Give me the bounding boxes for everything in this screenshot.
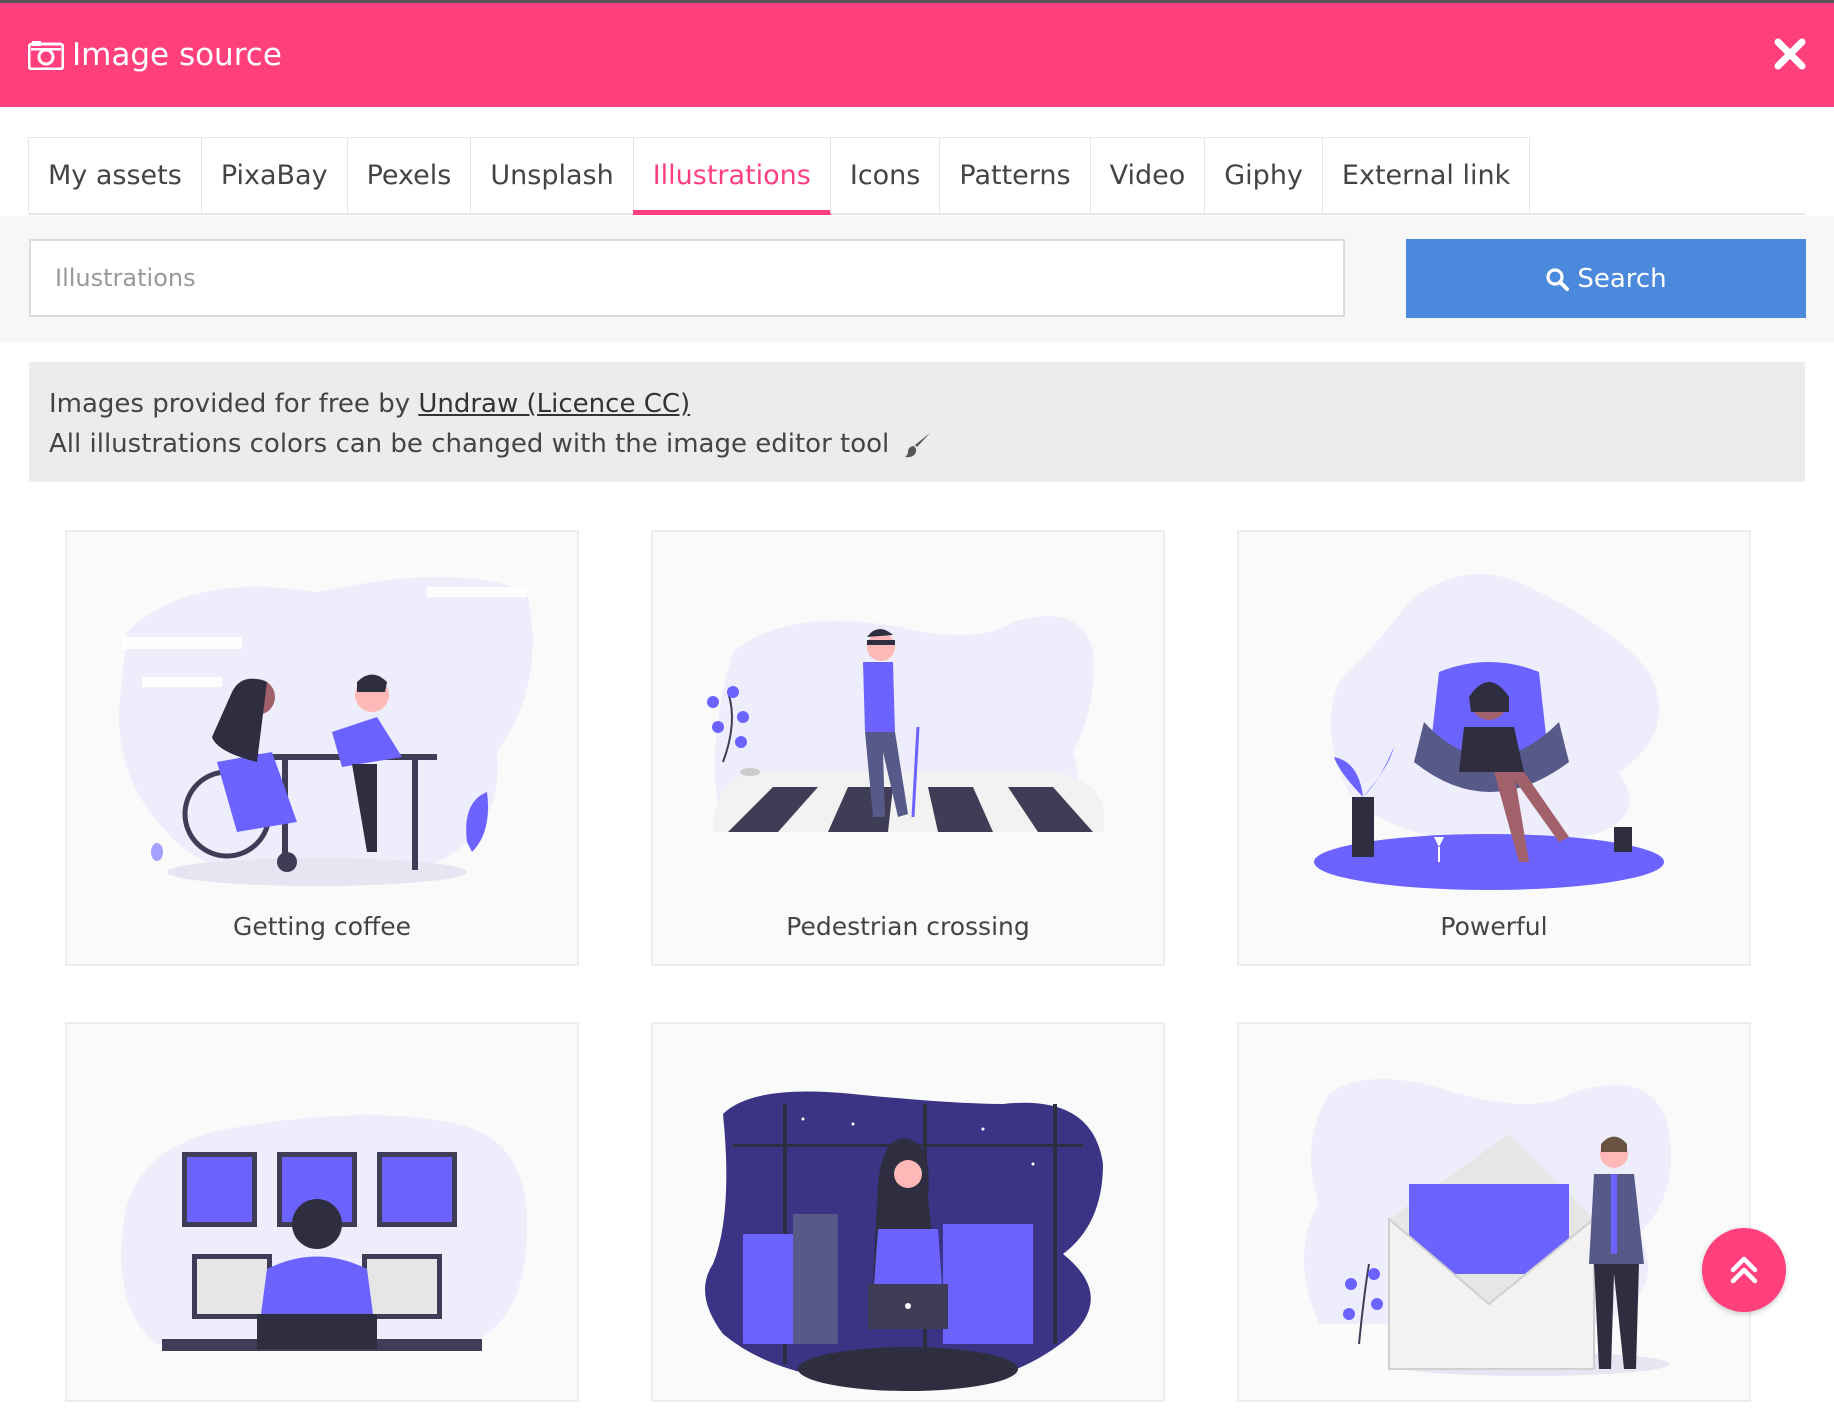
card-label: Getting coffee: [233, 912, 411, 941]
tab-patterns[interactable]: Patterns: [939, 137, 1091, 213]
header-title-group: Image source: [28, 3, 282, 107]
tab-giphy[interactable]: Giphy: [1204, 137, 1323, 213]
undraw-link[interactable]: Undraw (Licence CC): [418, 389, 690, 419]
search-input[interactable]: [29, 239, 1345, 317]
modal-header: Image source: [0, 3, 1834, 107]
modal-title: Image source: [72, 37, 282, 73]
chevron-double-up-icon: [1730, 1256, 1758, 1284]
tab-pixabay[interactable]: PixaBay: [200, 137, 348, 213]
scroll-to-top-button[interactable]: [1702, 1228, 1786, 1312]
search-icon: [1546, 267, 1570, 291]
tab-illustrations[interactable]: Illustrations: [632, 137, 832, 215]
camera-icon: [28, 41, 64, 70]
tab-video[interactable]: Video: [1089, 137, 1206, 213]
illustration-card[interactable]: [651, 1022, 1165, 1402]
search-bar: Search: [0, 216, 1834, 342]
illustration-card[interactable]: Powerful: [1237, 530, 1751, 966]
pedestrian-crossing-illustration: [707, 616, 1105, 832]
envelope-illustration: [1304, 1079, 1671, 1376]
source-tabs: My assets PixaBay Pexels Unsplash Illust…: [28, 137, 1805, 215]
card-label: Pedestrian crossing: [786, 912, 1030, 941]
illustration-card[interactable]: [65, 1022, 579, 1402]
monitors-illustration: [121, 1115, 528, 1351]
search-button-label: Search: [1577, 263, 1667, 294]
close-icon[interactable]: [1772, 36, 1808, 72]
tab-my-assets[interactable]: My assets: [28, 137, 202, 213]
notice-text: All illustrations colors can be changed …: [49, 429, 890, 459]
night-window-illustration: [705, 1091, 1103, 1391]
card-label: Powerful: [1440, 912, 1548, 941]
tab-external-link[interactable]: External link: [1321, 137, 1531, 213]
notice-prefix: Images provided for free by: [49, 389, 419, 419]
tab-icons[interactable]: Icons: [829, 137, 941, 213]
tab-unsplash[interactable]: Unsplash: [470, 137, 634, 213]
search-button[interactable]: Search: [1406, 239, 1806, 318]
illustration-card[interactable]: Getting coffee: [65, 530, 579, 966]
illustration-card[interactable]: [1237, 1022, 1751, 1402]
powerful-illustration: [1314, 574, 1664, 890]
illustration-card[interactable]: Pedestrian crossing: [651, 530, 1165, 966]
tab-pexels[interactable]: Pexels: [346, 137, 472, 213]
notice-line-1: Images provided for free by Undraw (Lice…: [49, 384, 1785, 424]
getting-coffee-illustration: [119, 577, 533, 886]
paint-brush-icon: [904, 432, 930, 457]
attribution-notice: Images provided for free by Undraw (Lice…: [29, 362, 1805, 482]
notice-line-2: All illustrations colors can be changed …: [49, 424, 1785, 464]
